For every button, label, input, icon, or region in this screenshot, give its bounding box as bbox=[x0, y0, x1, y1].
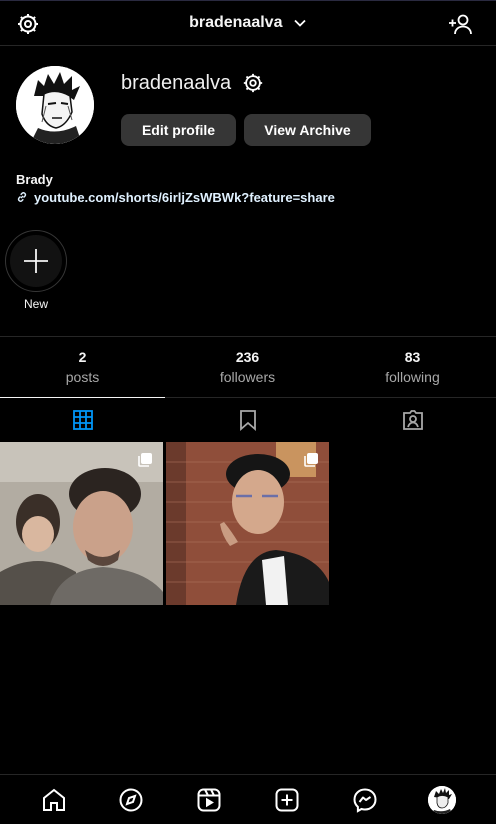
options-gear-icon[interactable] bbox=[242, 72, 264, 94]
bottom-navigation bbox=[0, 774, 496, 824]
post-thumbnail[interactable] bbox=[166, 442, 329, 605]
chevron-down-icon bbox=[294, 19, 306, 27]
tab-saved[interactable] bbox=[165, 398, 330, 442]
tab-posts-grid[interactable] bbox=[0, 397, 165, 441]
header-username: bradenaalva bbox=[189, 14, 283, 31]
top-bar: bradenaalva bbox=[0, 0, 496, 46]
bookmark-icon bbox=[240, 410, 256, 431]
tagged-icon bbox=[403, 410, 423, 430]
tab-tagged[interactable] bbox=[330, 398, 495, 442]
edit-profile-button[interactable]: Edit profile bbox=[121, 114, 236, 146]
add-user-icon[interactable] bbox=[448, 12, 474, 36]
link-icon bbox=[17, 192, 27, 202]
followers-count: 236 bbox=[235, 349, 260, 365]
new-highlight-label: New bbox=[23, 297, 48, 311]
grid-icon bbox=[73, 410, 93, 430]
profile-avatar[interactable] bbox=[16, 66, 94, 144]
multiple-posts-icon bbox=[138, 453, 152, 467]
profile-stats: 2 posts 236 followers 83 following bbox=[0, 336, 496, 398]
following-stat[interactable]: 83 following bbox=[330, 349, 495, 385]
following-count: 83 bbox=[404, 349, 421, 365]
post-thumbnail[interactable] bbox=[0, 442, 163, 605]
posts-label: posts bbox=[65, 369, 100, 385]
profile-tabs bbox=[0, 397, 496, 441]
followers-label: followers bbox=[219, 369, 276, 385]
bio-link[interactable]: youtube.com/shorts/6irljZsWBWk?feature=s… bbox=[16, 190, 335, 205]
posts-stat: 2 posts bbox=[0, 349, 165, 385]
account-switcher[interactable]: bradenaalva bbox=[0, 14, 496, 32]
profile-nav-avatar[interactable] bbox=[428, 786, 456, 814]
create-post-icon[interactable] bbox=[274, 787, 300, 813]
bio-name: Brady bbox=[16, 172, 53, 187]
explore-icon[interactable] bbox=[118, 787, 144, 813]
followers-stat[interactable]: 236 followers bbox=[165, 349, 330, 385]
multiple-posts-icon bbox=[304, 453, 318, 467]
bio-link-text: youtube.com/shorts/6irljZsWBWk?feature=s… bbox=[34, 190, 335, 205]
reels-icon[interactable] bbox=[196, 787, 222, 813]
following-label: following bbox=[385, 369, 440, 385]
view-archive-button[interactable]: View Archive bbox=[244, 114, 371, 146]
posts-count: 2 bbox=[78, 349, 87, 365]
home-icon[interactable] bbox=[41, 787, 67, 813]
plus-icon bbox=[24, 249, 48, 273]
messenger-icon[interactable] bbox=[352, 787, 378, 813]
profile-username: bradenaalva bbox=[121, 72, 232, 94]
